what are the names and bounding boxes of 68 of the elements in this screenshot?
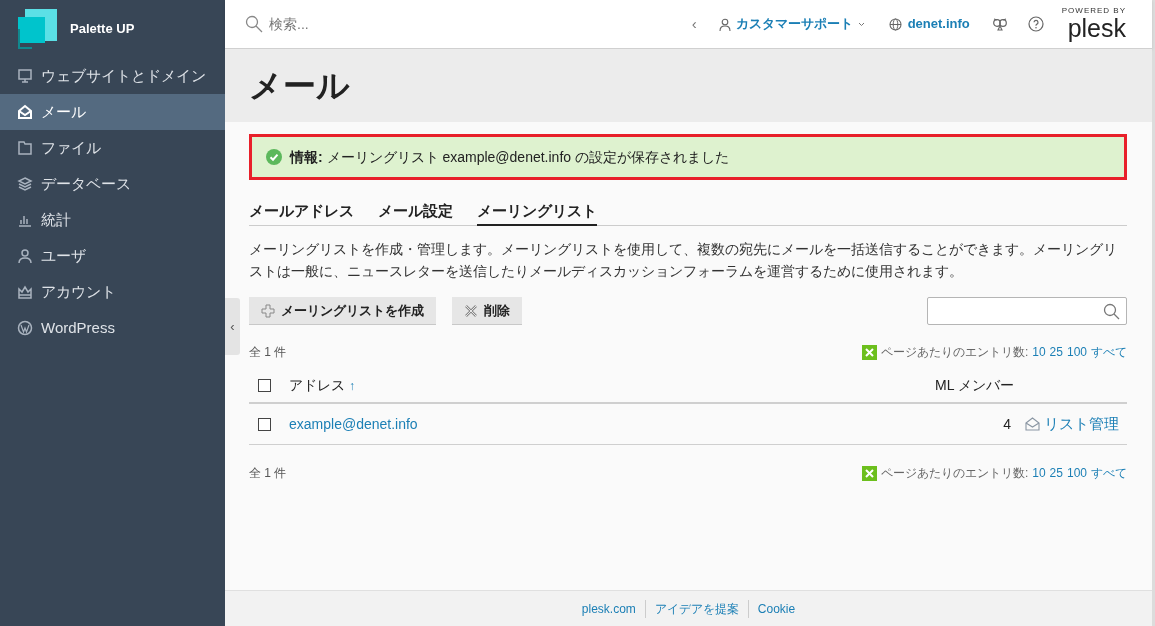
cross-icon [464,303,478,318]
per-page-link[interactable]: 100 [1066,464,1087,482]
footer-link[interactable]: Cookie [747,599,805,618]
message-text: 情報: メーリングリスト example@denet.info の設定が保存されました [290,147,729,167]
folder-icon [17,140,33,156]
plus-icon [261,303,275,318]
per-page-link[interactable]: 25 [1049,343,1063,361]
brand-name: Palette UP [70,20,135,39]
user-icon [17,248,33,264]
checkbox[interactable] [258,378,271,392]
column-header: ML メンバー [935,375,1015,395]
search-icon [245,15,263,33]
per-page-link[interactable]: すべて [1091,343,1127,361]
per-page-link[interactable]: 100 [1066,343,1087,361]
per-page-link[interactable]: すべて [1091,464,1127,482]
search-icon [1103,302,1120,320]
envelope-icon [17,104,33,120]
domain-link[interactable]: denet.info [888,14,970,34]
sidebar-item[interactable]: メール [0,94,225,130]
sidebar-item[interactable]: ユーザ [0,238,225,274]
column-header[interactable]: アドレス ↑ [289,374,935,396]
layers-icon [17,176,33,192]
caret-icon [857,21,865,27]
per-page-label: ページあたりのエントリ数: [880,465,1029,482]
owl-icon[interactable] [991,16,1008,32]
user-icon [718,17,731,31]
collapse-handle[interactable]: ‹ [225,298,240,355]
total-count: 全 1 件 [249,344,287,361]
sidebar-item[interactable]: アカウント [0,274,225,310]
list-search-field[interactable] [927,297,1127,325]
search-field[interactable]: 検索... [269,13,469,35]
create-button[interactable]: メーリングリストを作成 [249,297,436,325]
per-page-link[interactable]: 10 [1032,343,1046,361]
wordpress-icon [17,320,33,336]
logo-icon [18,9,58,49]
member-count: 4 [1003,414,1011,434]
checkbox[interactable] [258,417,271,431]
tab[interactable]: メール設定 [378,199,453,226]
page-title: メール [249,65,350,106]
delete-button[interactable]: 削除 [452,297,522,325]
back-button[interactable]: ‹ [691,12,697,36]
crown-icon [17,284,33,300]
total-count: 全 1 件 [249,465,287,482]
plesk-logo: plesk [1067,15,1126,41]
user-menu[interactable]: カスタマーサポート [718,14,865,34]
powered-by-label: POWERED BY [1061,7,1126,15]
tab[interactable]: メーリングリスト [477,199,597,226]
spreadsheet-icon [861,344,877,360]
help-icon[interactable] [1027,16,1044,32]
address-link[interactable]: example@denet.info [289,415,418,432]
check-icon [266,149,282,165]
tab[interactable]: メールアドレス [249,199,354,226]
manage-list-link[interactable]: リスト管理 [1025,412,1119,436]
monitor-icon [17,68,33,84]
footer-link[interactable]: アイデアを提案 [644,599,748,618]
per-page-label: ページあたりのエントリ数: [880,344,1029,361]
sidebar-item[interactable]: ファイル [0,130,225,166]
per-page-link[interactable]: 10 [1032,464,1046,482]
sidebar-item[interactable]: WordPress [0,310,225,346]
per-page-link[interactable]: 25 [1049,464,1063,482]
spreadsheet-icon [861,465,877,481]
footer-link[interactable]: plesk.com [572,599,645,618]
envelope-icon [1025,417,1040,431]
sidebar-item[interactable]: 統計 [0,202,225,238]
description-text: メーリングリストを作成・管理します。メーリングリストを使用して、複数の宛先にメールを一括送信することができます。メーリングリストは一般に、ニュースレターを送信したりメールディスカッションフォーラムを運営するために使用されます。 [249,240,1118,281]
sidebar-item[interactable]: データベース [0,166,225,202]
sidebar-item[interactable]: ウェブサイトとドメイン [0,58,225,94]
globe-icon [888,17,902,31]
